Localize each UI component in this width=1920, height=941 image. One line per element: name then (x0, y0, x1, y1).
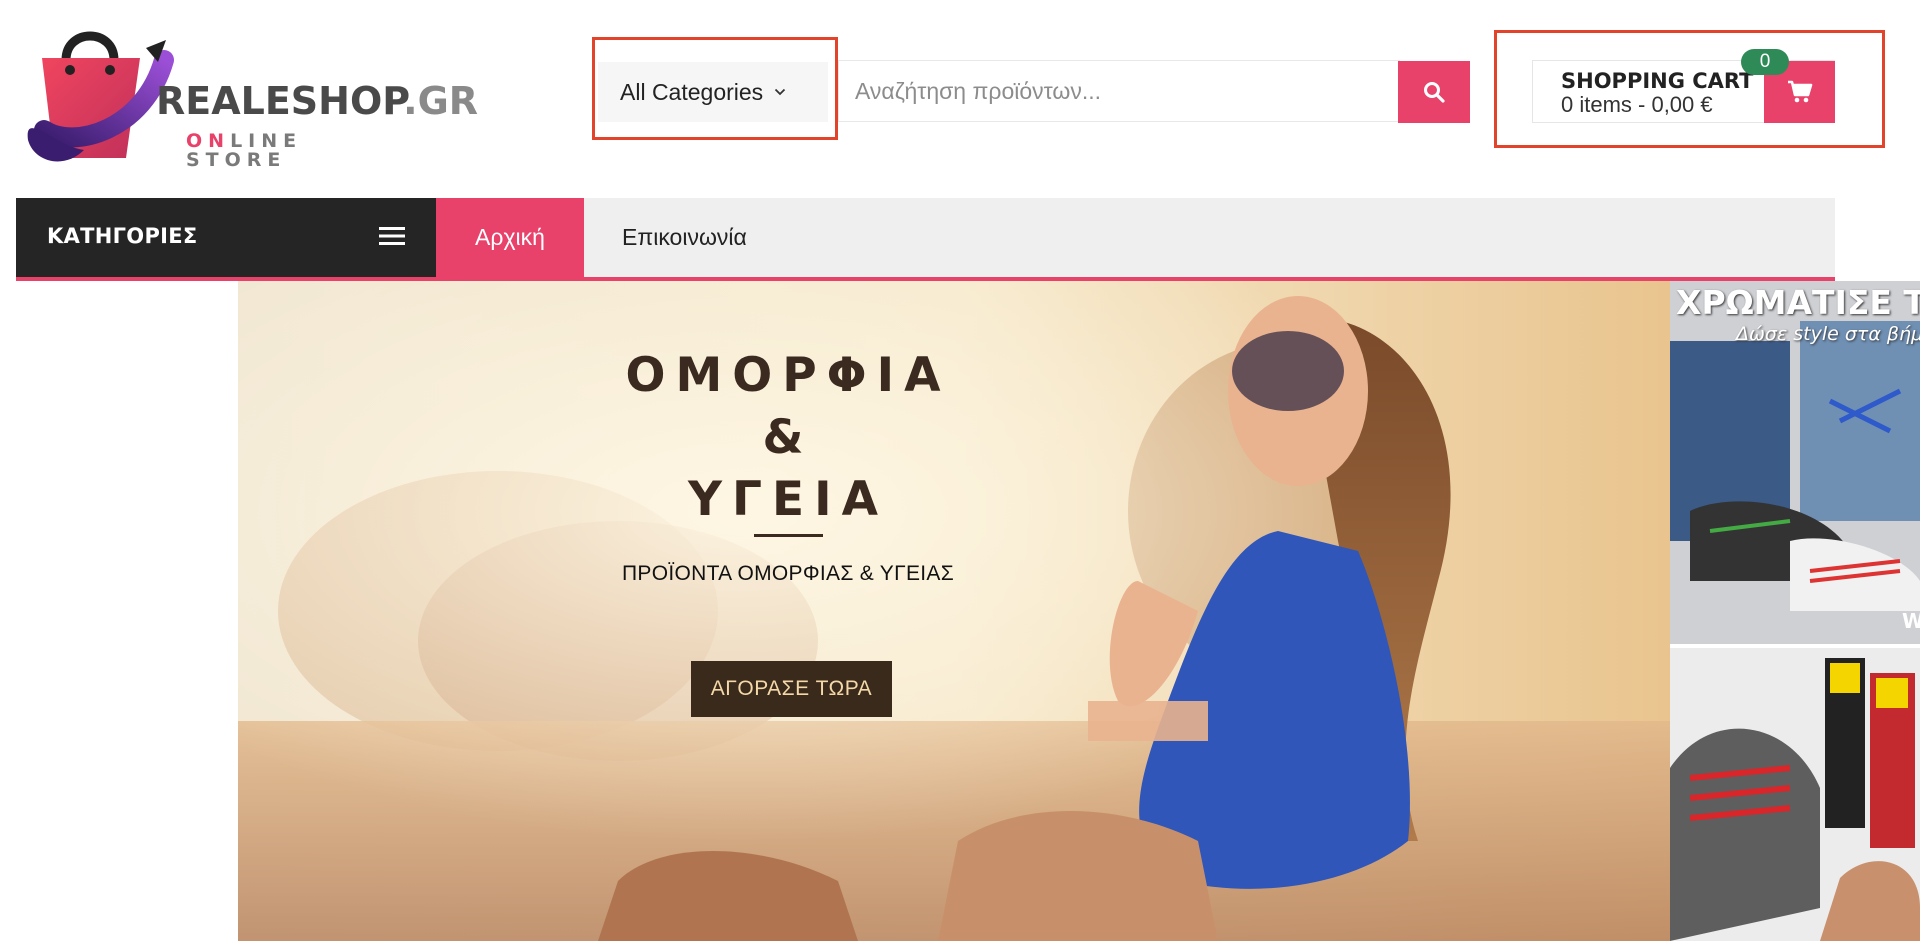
chevron-down-icon (774, 88, 786, 96)
category-dropdown[interactable]: All Categories (598, 62, 828, 122)
search-button[interactable] (1398, 61, 1470, 123)
hero-subtitle: ΠΡΟΪΟΝΤΑ ΟΜΟΡΦΙΑΣ & ΥΓΕΙΑΣ (621, 562, 955, 585)
category-dropdown-label: All Categories (620, 78, 764, 105)
hero-title-line-3: ΥΓΕΙΑ (688, 472, 888, 527)
hero-title: ΟΜΟΡΦΙΑ & ΥΓΕΙΑ (238, 345, 1338, 531)
hero-title-line-2: & (762, 410, 814, 465)
cart-icon (1787, 80, 1812, 103)
site-header: REALESHOP.GR ONLINE STORE All Categories… (0, 0, 1920, 198)
hamburger-icon (379, 227, 405, 245)
shop-now-button[interactable]: ΑΓΟΡΑΣΕ ΤΩΡΑ (691, 661, 892, 717)
hero-title-line-1: ΟΜΟΡΦΙΑ (625, 348, 951, 403)
search-input[interactable] (838, 60, 1400, 122)
site-logo[interactable]: REALESHOP.GR ONLINE STORE (14, 20, 478, 170)
cart-title: SHOPPING CART (1561, 69, 1754, 93)
banner-headline: ΧΡΩΜΑΤΙΣΕ ΤΗ Ζ (1676, 283, 1920, 322)
banner-tagline: Δώσε style στα βήματ (1736, 323, 1920, 345)
side-banner-shoelaces[interactable]: ΧΡΩΜΑΤΙΣΕ ΤΗ Ζ Δώσε style στα βήματ WW (1670, 281, 1920, 644)
categories-menu-label: ΚΑΤΗΓΟΡΙΕΣ (47, 224, 198, 248)
hero-divider (754, 534, 823, 537)
search-icon (1424, 82, 1445, 103)
logo-tagline: ONLINE STORE (186, 130, 303, 171)
banner-laces-image (1670, 648, 1920, 941)
hero-slider[interactable]: ΟΜΟΡΦΙΑ & ΥΓΕΙΑ ΠΡΟΪΟΝΤΑ ΟΜΟΡΦΙΑΣ & ΥΓΕΙ… (238, 281, 1670, 941)
nav-item-contact[interactable]: Επικοινωνία (584, 198, 784, 277)
cart-count-badge: 0 (1741, 49, 1789, 75)
banner-url: WW (1902, 609, 1920, 633)
logo-wordmark: REALESHOP.GR (156, 79, 479, 123)
side-banner-laces-products[interactable] (1670, 648, 1920, 941)
cart-summary: 0 items - 0,00 € (1561, 92, 1713, 117)
shopping-bag-logo-icon (27, 31, 174, 162)
nav-item-home[interactable]: Αρχική (436, 198, 584, 277)
categories-menu-button[interactable]: ΚΑΤΗΓΟΡΙΕΣ (16, 198, 436, 277)
